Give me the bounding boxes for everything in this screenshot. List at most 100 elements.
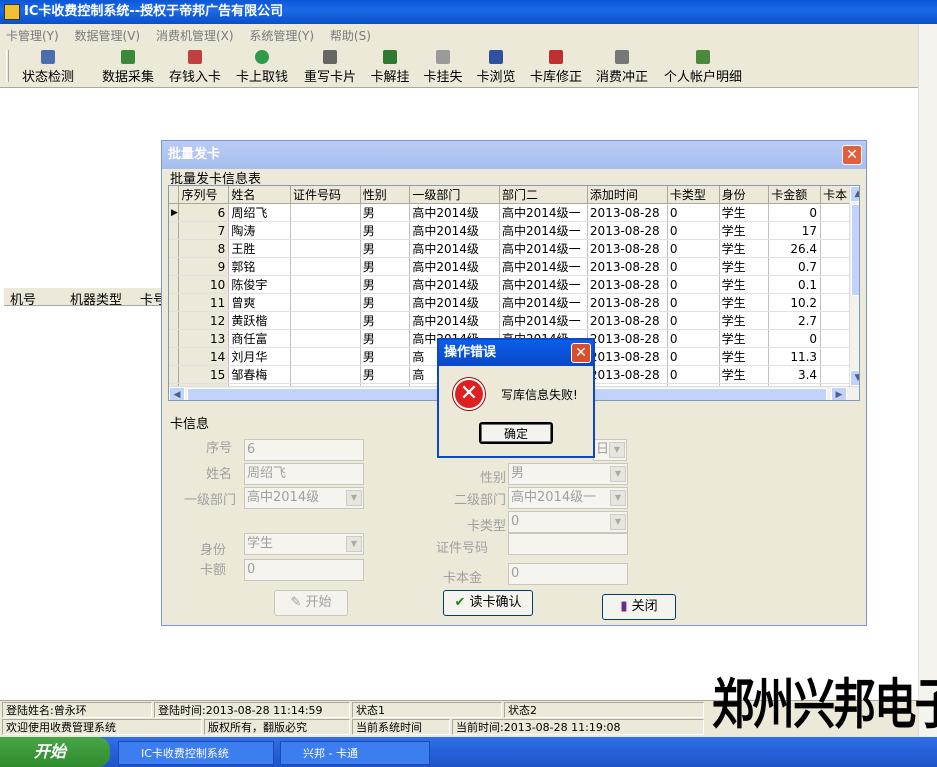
cell-seq[interactable]: 13 [178,329,230,348]
cell-amount[interactable]: 0.1 [768,275,822,294]
cell-id[interactable] [290,293,361,312]
column-header[interactable]: 身份 [719,186,770,204]
cell-role[interactable]: 学生 [719,365,770,384]
cell-gender[interactable]: 男 [360,203,411,222]
cell-amount[interactable]: 10.2 [768,293,822,312]
cell-seq[interactable]: 11 [178,293,230,312]
column-header[interactable]: 性别 [360,186,411,204]
cell-id[interactable] [290,365,361,384]
read-card-confirm-button[interactable]: ✔ 读卡确认 [443,590,533,616]
table-row[interactable]: 10 陈俊宇 男高中2014级 高中2014级一 2013-08-28 0 学生 0.1 [169,275,859,294]
cardtype-select[interactable]: 0 ▼ [508,511,628,533]
scroll-down-icon[interactable]: ▼ [850,370,859,386]
cell-seq[interactable]: 9 [178,257,230,276]
role-select[interactable]: 学生 ▼ [244,533,364,555]
cell-id[interactable] [290,329,361,348]
chevron-down-icon[interactable]: ▼ [609,442,625,458]
gender-select[interactable]: 男 ▼ [508,463,628,485]
menu-card[interactable]: 卡管理(Y) [0,24,65,44]
error-close-icon[interactable]: ✕ [571,343,591,363]
cell-amount[interactable]: 2.7 [768,311,822,330]
cell-type[interactable]: 0 [667,275,720,294]
column-header[interactable]: 姓名 [228,186,291,204]
cell-role[interactable]: 学生 [719,293,770,312]
name-field[interactable]: 周绍飞 [244,463,364,485]
col-machine-type[interactable]: 机器类型 [70,289,122,308]
column-header[interactable]: 添加时间 [587,186,668,204]
cell-seq[interactable]: 10 [178,275,230,294]
cell-gender[interactable]: 男 [360,329,411,348]
date-select[interactable]: 日 ▼ [593,439,627,461]
row-indicator[interactable] [169,221,180,240]
cell-id[interactable] [290,257,361,276]
cell-type[interactable]: 0 [667,311,720,330]
cell-type[interactable]: 0 [667,293,720,312]
row-indicator[interactable] [169,365,180,384]
chevron-down-icon[interactable]: ▼ [610,466,626,482]
cell-name[interactable]: 周绍飞 [228,203,291,222]
cell-seq[interactable]: 14 [178,347,230,366]
table-row[interactable]: 11 曾爽 男高中2014级 高中2014级一 2013-08-28 0 学生 10.2 [169,293,859,312]
start-button[interactable]: ✎ 开始 [274,590,348,616]
column-header[interactable]: 序列号 [178,186,230,204]
cell-gender[interactable]: 男 [360,221,411,240]
cell-role[interactable]: 学生 [719,311,770,330]
cell-name[interactable]: 黄跃楷 [228,311,291,330]
cell-role[interactable]: 学生 [719,239,770,258]
cell-name[interactable]: 陶涛 [228,221,291,240]
cell-name[interactable]: 王胜 [228,239,291,258]
cell-amount[interactable]: 0.7 [768,257,822,276]
table-row[interactable]: 7 陶涛 男高中2014级 高中2014级一 2013-08-28 0 学生 17 [169,221,859,240]
cell-gender[interactable]: 男 [360,311,411,330]
column-header[interactable]: 一级部门 [409,186,501,204]
browse-card-button[interactable]: 卡浏览 [472,50,520,86]
chevron-down-icon[interactable]: ▼ [346,490,362,506]
menu-pos[interactable]: 消费机管理(X) [150,24,240,44]
cell-type[interactable]: 0 [667,329,720,348]
cell-role[interactable]: 学生 [719,275,770,294]
cell-dept1[interactable]: 高中2014级 [409,257,501,276]
account-detail-button[interactable]: 个人帐户明细 [660,50,746,86]
status-check-button[interactable]: 状态检测 [18,50,78,86]
report-loss-button[interactable]: 卡挂失 [419,50,467,86]
cell-time[interactable]: 2013-08-28 [587,239,668,258]
cell-type[interactable]: 0 [667,347,720,366]
chevron-down-icon[interactable]: ▼ [610,514,626,530]
close-button[interactable]: ▮ 关闭 [602,594,676,620]
cell-amount[interactable]: 26.4 [768,239,822,258]
menu-data[interactable]: 数据管理(V) [69,24,147,44]
withdraw-button[interactable]: 卡上取钱 [232,50,292,86]
cell-seq[interactable]: 7 [178,221,230,240]
grid-vertical-scrollbar[interactable]: ▲ ▼ [849,186,859,386]
scroll-thumb[interactable] [851,204,859,296]
cell-gender[interactable]: 男 [360,239,411,258]
row-indicator[interactable] [169,329,180,348]
cell-time[interactable]: 2013-08-28 [587,365,668,384]
table-row[interactable]: 8 王胜 男高中2014级 高中2014级一 2013-08-28 0 学生 26.4 [169,239,859,258]
chevron-down-icon[interactable]: ▼ [610,490,626,506]
cell-dept2[interactable]: 高中2014级一 [499,203,588,222]
cell-seq[interactable]: 15 [178,365,230,384]
cell-name[interactable]: 商任富 [228,329,291,348]
row-indicator[interactable] [169,293,180,312]
taskbar-item-card[interactable]: 兴邦 - 卡通 [280,741,430,765]
cell-name[interactable]: 刘月华 [228,347,291,366]
cell-type[interactable]: 0 [667,239,720,258]
toolbar-grip[interactable] [6,50,9,82]
cell-name[interactable]: 陈俊宇 [228,275,291,294]
dialog-close-icon[interactable]: ✕ [842,145,862,165]
cell-role[interactable]: 学生 [719,329,770,348]
start-button-taskbar[interactable]: 开始 [0,737,110,767]
deposit-button[interactable]: 存钱入卡 [165,50,225,86]
row-indicator[interactable] [169,347,180,366]
cell-name[interactable]: 曾爽 [228,293,291,312]
cell-dept1[interactable]: 高中2014级 [409,311,501,330]
cell-seq[interactable]: 6 [178,203,230,222]
cell-dept1[interactable]: 高中2014级 [409,203,501,222]
cell-time[interactable]: 2013-08-28 [587,347,668,366]
table-row[interactable]: ▶ 6 周绍飞男高中2014级 高中2014级一 2013-08-28 0 学生 0 [169,203,859,222]
row-indicator[interactable] [169,275,180,294]
cell-type[interactable]: 0 [667,365,720,384]
seq-field[interactable]: 6 [244,439,364,461]
cell-role[interactable]: 学生 [719,257,770,276]
